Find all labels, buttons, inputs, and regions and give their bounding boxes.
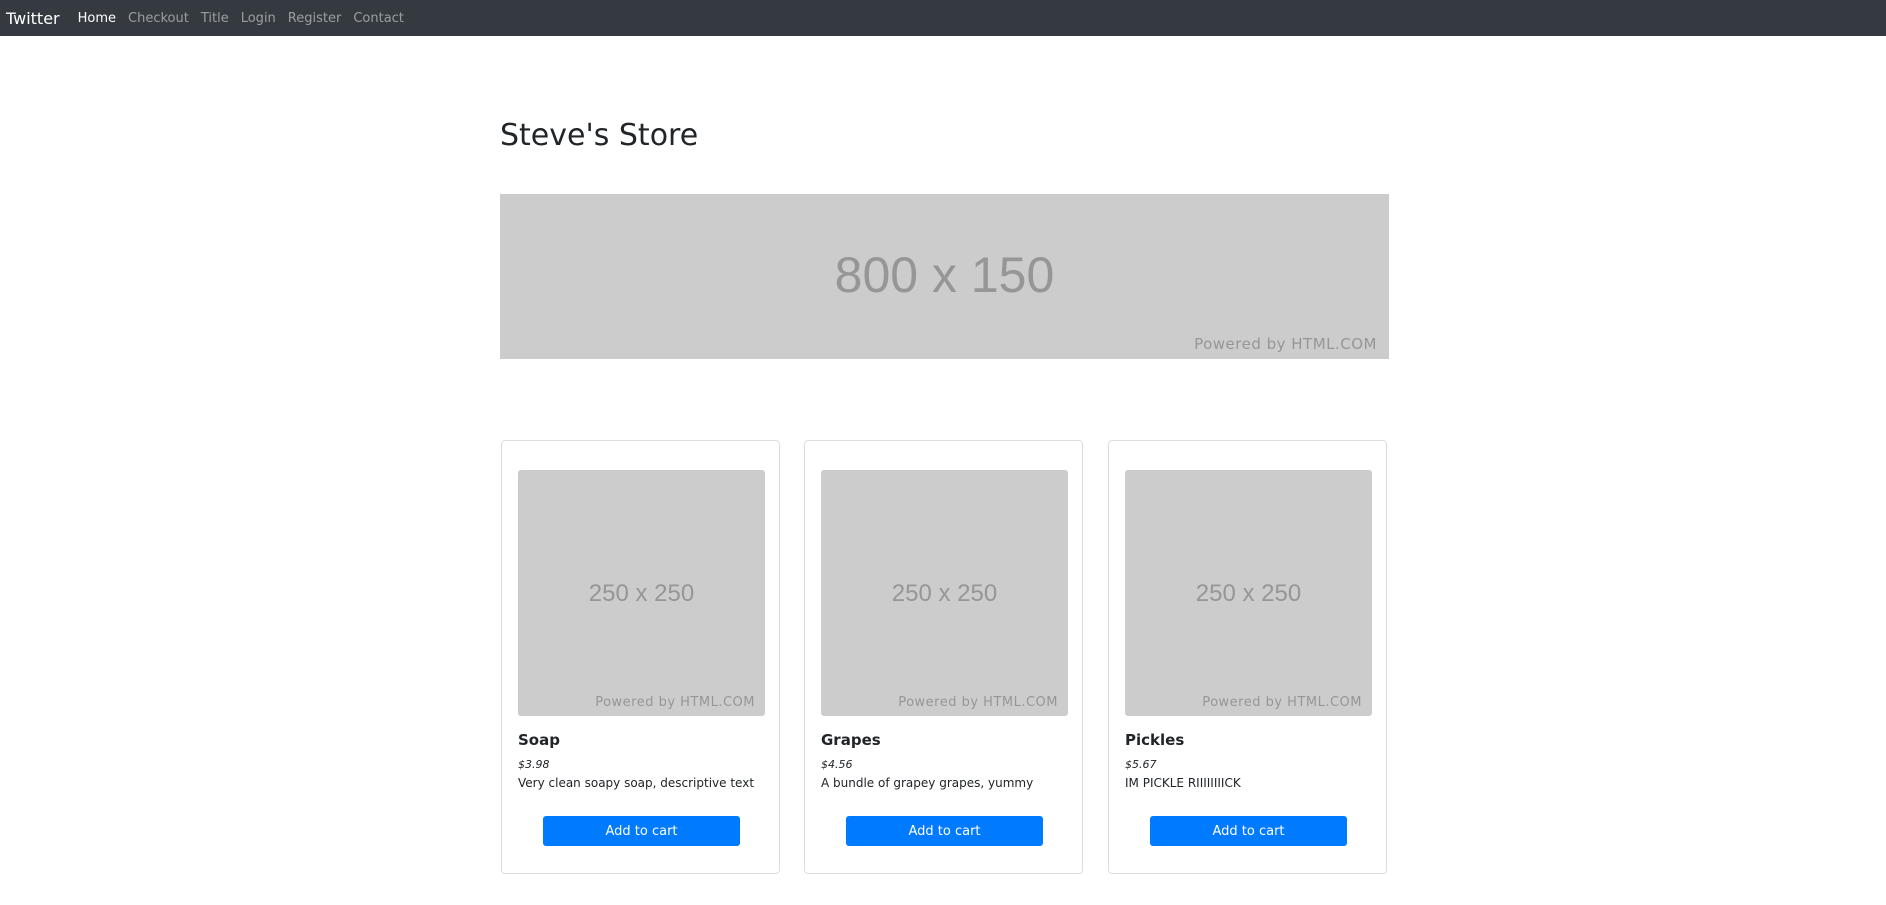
product-description: Very clean soapy soap, descriptive text	[518, 776, 755, 790]
image-size-text: 250 x 250	[891, 580, 998, 607]
add-to-cart-button[interactable]: Add to cart	[543, 816, 740, 846]
add-to-cart-button[interactable]: Add to cart	[1150, 816, 1347, 846]
page-title: Steve's Store	[500, 118, 699, 153]
product-card: 250 x 250 Powered by HTML.COM Pickles $5…	[1108, 440, 1387, 874]
product-image: 250 x 250 Powered by HTML.COM	[821, 470, 1068, 716]
image-size-text: 250 x 250	[588, 580, 695, 607]
product-card: 250 x 250 Powered by HTML.COM Grapes $4.…	[804, 440, 1083, 874]
banner-image: 800 x 150 Powered by HTML.COM	[500, 194, 1389, 359]
nav-home[interactable]: Home	[78, 11, 116, 26]
nav-checkout[interactable]: Checkout	[128, 11, 189, 26]
product-card: 250 x 250 Powered by HTML.COM Soap $3.98…	[501, 440, 780, 874]
product-name: Pickles	[1125, 731, 1185, 749]
image-size-text: 250 x 250	[1195, 580, 1302, 607]
image-powered-text: Powered by HTML.COM	[1202, 695, 1362, 710]
product-description: IM PICKLE RIIIIIIIICK	[1125, 776, 1241, 790]
product-image: 250 x 250 Powered by HTML.COM	[518, 470, 765, 716]
nav-title[interactable]: Title	[201, 11, 229, 26]
product-image: 250 x 250 Powered by HTML.COM	[1125, 470, 1372, 716]
navbar: Twitter Home Checkout Title Login Regist…	[0, 0, 1886, 36]
product-price: $5.67	[1125, 758, 1157, 771]
banner-powered-text: Powered by HTML.COM	[1194, 335, 1377, 353]
add-to-cart-button[interactable]: Add to cart	[846, 816, 1043, 846]
image-powered-text: Powered by HTML.COM	[898, 695, 1058, 710]
nav-contact[interactable]: Contact	[353, 11, 404, 26]
nav-register[interactable]: Register	[288, 11, 342, 26]
product-name: Grapes	[821, 731, 881, 749]
product-price: $3.98	[518, 758, 550, 771]
banner-size-text: 800 x 150	[834, 247, 1055, 303]
image-powered-text: Powered by HTML.COM	[595, 695, 755, 710]
nav-login[interactable]: Login	[241, 11, 276, 26]
product-name: Soap	[518, 731, 560, 749]
product-description: A bundle of grapey grapes, yummy	[821, 776, 1034, 790]
brand-link[interactable]: Twitter	[6, 9, 60, 28]
product-price: $4.56	[821, 758, 853, 771]
